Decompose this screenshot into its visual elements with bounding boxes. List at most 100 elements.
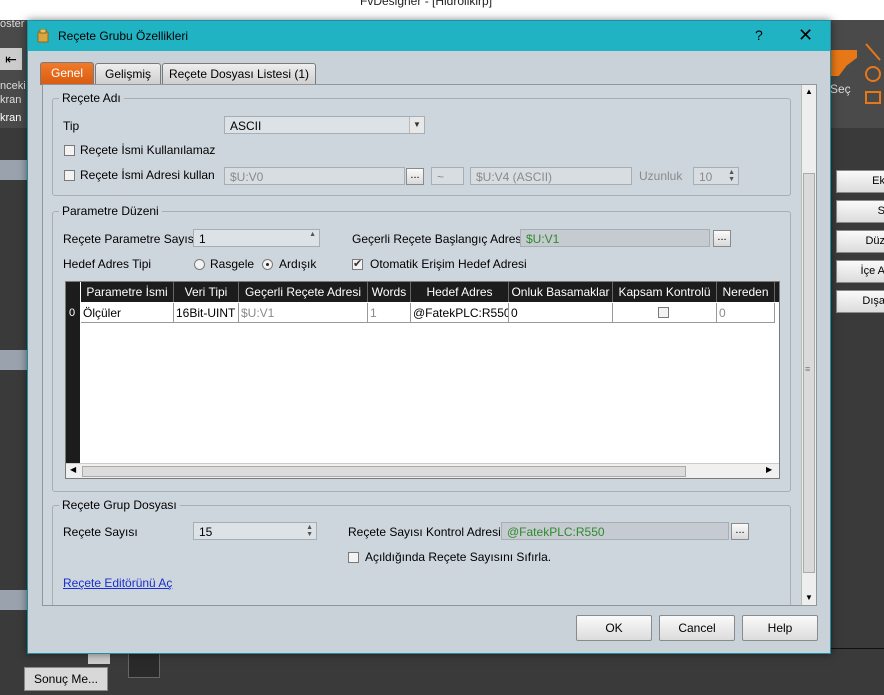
recete-sayisi-label: Reçete Sayısı: [63, 525, 138, 539]
ok-button[interactable]: OK: [576, 615, 652, 641]
column-header[interactable]: Veri Tipi: [174, 282, 239, 302]
scrollbar-thumb[interactable]: [82, 466, 686, 477]
isim-adresi-kullan-checkbox[interactable]: [64, 170, 75, 181]
sifirla-label: Açıldığında Reçete Sayısını Sıfırla.: [365, 550, 552, 564]
grid-header: Parametre İsmi Veri Tipi Geçerli Reçete …: [81, 282, 779, 302]
table-cell[interactable]: $U:V1: [239, 303, 368, 323]
otomatik-erisim-label: Otomatik Erişim Hedef Adresi: [370, 257, 527, 271]
kontrol-adresi-field[interactable]: @FatekPLC:R550: [501, 522, 729, 540]
tilde-field: ~: [431, 167, 464, 185]
chevron-down-icon[interactable]: ▼: [409, 117, 424, 133]
isim-adresi-kullan-label: Reçete İsmi Adresi kullan: [80, 168, 215, 182]
recipe-group-properties-dialog: Reçete Grubu Özellikleri ? ✕ Genel Geliş…: [27, 20, 831, 654]
ribbon-label: oster: [0, 18, 25, 30]
recipe-icon: [37, 29, 49, 43]
close-icon[interactable]: ✕: [798, 25, 813, 46]
column-header[interactable]: Geçerli Reçete Adresi: [239, 282, 368, 302]
parametre-sayisi-value: 1: [199, 232, 206, 246]
column-header[interactable]: Hedef Adres: [411, 282, 509, 302]
group-title: Reçete Grup Dosyası: [59, 498, 180, 512]
select-tool-label: Seç: [830, 82, 851, 96]
name-address-start-field[interactable]: $U:V0: [224, 167, 405, 185]
right-panel-button[interactable]: İçe A: [836, 260, 884, 283]
scroll-right-icon[interactable]: ▶: [766, 465, 772, 474]
uzunluk-stepper[interactable]: 10 ▲ ▼: [693, 167, 739, 185]
rasgele-radio[interactable]: [194, 259, 205, 270]
baslangic-browse-button[interactable]: ...: [713, 230, 731, 247]
right-panel-button[interactable]: Dışa: [836, 290, 884, 313]
tab-genel[interactable]: Genel: [40, 62, 94, 85]
scroll-down-icon[interactable]: ▼: [805, 593, 813, 602]
recete-editor-link[interactable]: Reçete Editörünü Aç: [63, 576, 172, 590]
scroll-left-icon[interactable]: ◀: [70, 465, 76, 474]
tab-content: Reçete Adı Tip ASCII ▼ Reçete İsmi Kulla…: [42, 84, 817, 606]
baslangic-adresi-label: Geçerli Reçete Başlangıç Adresi: [352, 232, 525, 246]
ardisik-radio[interactable]: [262, 259, 273, 270]
right-panel-button[interactable]: Düz: [836, 230, 884, 253]
parametre-sayisi-stepper[interactable]: 1 ▲: [193, 229, 320, 247]
column-header[interactable]: Onluk Basamaklar: [509, 282, 613, 302]
right-panel-button[interactable]: Ek: [836, 170, 884, 193]
ribbon-label: kran: [0, 112, 22, 124]
isim-kullanilamaz-label: Reçete İsmi Kullanılamaz: [80, 143, 216, 157]
scroll-up-icon[interactable]: ▲: [805, 87, 813, 96]
baslangic-adresi-field[interactable]: $U:V1: [520, 229, 710, 247]
table-cell[interactable]: 1: [368, 303, 411, 323]
address-browse-button[interactable]: ...: [406, 168, 424, 185]
rasgele-label: Rasgele: [210, 257, 255, 271]
table-cell[interactable]: [613, 303, 717, 323]
column-header[interactable]: Words: [368, 282, 411, 302]
dialog-title: Reçete Grubu Özellikleri: [58, 29, 189, 43]
spin-up-icon[interactable]: ▲: [309, 231, 316, 238]
table-cell[interactable]: @FatekPLC:R550: [411, 303, 509, 323]
cancel-button[interactable]: Cancel: [659, 615, 735, 641]
spin-down-icon[interactable]: ▼: [728, 176, 735, 183]
canvas-object[interactable]: [128, 650, 160, 678]
left-panel-button[interactable]: [0, 160, 27, 180]
grip-icon: ≡: [805, 364, 811, 374]
tip-label: Tip: [63, 119, 80, 133]
ardisik-label: Ardışık: [279, 257, 317, 271]
horizontal-scrollbar[interactable]: ◀ ▶: [66, 463, 779, 478]
results-tab[interactable]: Sonuç Me...: [24, 667, 108, 691]
kontrol-browse-button[interactable]: ...: [731, 523, 749, 540]
table-cell[interactable]: 0: [509, 303, 613, 323]
tab-recete-dosyasi-listesi[interactable]: Reçete Dosyası Listesi (1): [162, 63, 316, 84]
left-panel-button[interactable]: [0, 350, 27, 370]
vertical-scrollbar[interactable]: ▲ ≡ ▼: [801, 85, 816, 605]
back-arrow-icon[interactable]: ⇤: [0, 48, 22, 70]
kapsam-kontrolu-checkbox[interactable]: [658, 307, 669, 318]
otomatik-erisim-checkbox[interactable]: [352, 257, 363, 270]
tip-select[interactable]: ASCII ▼: [224, 116, 425, 134]
sifirla-checkbox[interactable]: [348, 552, 359, 563]
uzunluk-value: 10: [699, 170, 713, 184]
column-header[interactable]: Parametre İsmi: [81, 282, 174, 302]
table-cell[interactable]: Ölçüler: [81, 303, 174, 323]
recete-sayisi-stepper[interactable]: 15 ▲ ▼: [193, 522, 317, 540]
ribbon-label: nceki: [0, 80, 26, 92]
name-address-end-field: $U:V4 (ASCII): [470, 167, 632, 185]
tip-value: ASCII: [230, 119, 262, 133]
dialog-titlebar: Reçete Grubu Özellikleri ? ✕: [28, 21, 830, 51]
group-title: Parametre Düzeni: [59, 204, 162, 218]
table-cell[interactable]: 0: [717, 303, 775, 323]
background-canvas: [118, 648, 884, 695]
tab-gelismis[interactable]: Gelişmiş: [95, 63, 161, 84]
column-header[interactable]: Kapsam Kontrolü: [613, 282, 717, 302]
group-title: Reçete Adı: [59, 91, 124, 105]
help-button[interactable]: Help: [742, 615, 818, 641]
shape-tools-icon[interactable]: [862, 42, 884, 112]
table-cell[interactable]: 16Bit-UINT: [174, 303, 239, 323]
spin-down-icon[interactable]: ▼: [306, 531, 313, 538]
kontrol-adresi-label: Reçete Sayısı Kontrol Adresi.: [348, 525, 505, 539]
scrollable-area: Reçete Adı Tip ASCII ▼ Reçete İsmi Kulla…: [43, 85, 801, 605]
left-panel-button[interactable]: [0, 590, 27, 610]
column-header[interactable]: Nereden: [717, 282, 775, 302]
uzunluk-label: Uzunluk: [639, 169, 683, 183]
right-panel-button[interactable]: S: [836, 200, 884, 223]
background-title-bar: FvDesigner - [Hidrolikirp]: [0, 0, 884, 20]
help-icon[interactable]: ?: [755, 27, 763, 43]
isim-kullanilamaz-checkbox[interactable]: [64, 145, 75, 156]
hedef-adres-tipi-label: Hedef Adres Tipi: [63, 257, 152, 271]
scrollbar-thumb[interactable]: ≡: [803, 173, 815, 573]
